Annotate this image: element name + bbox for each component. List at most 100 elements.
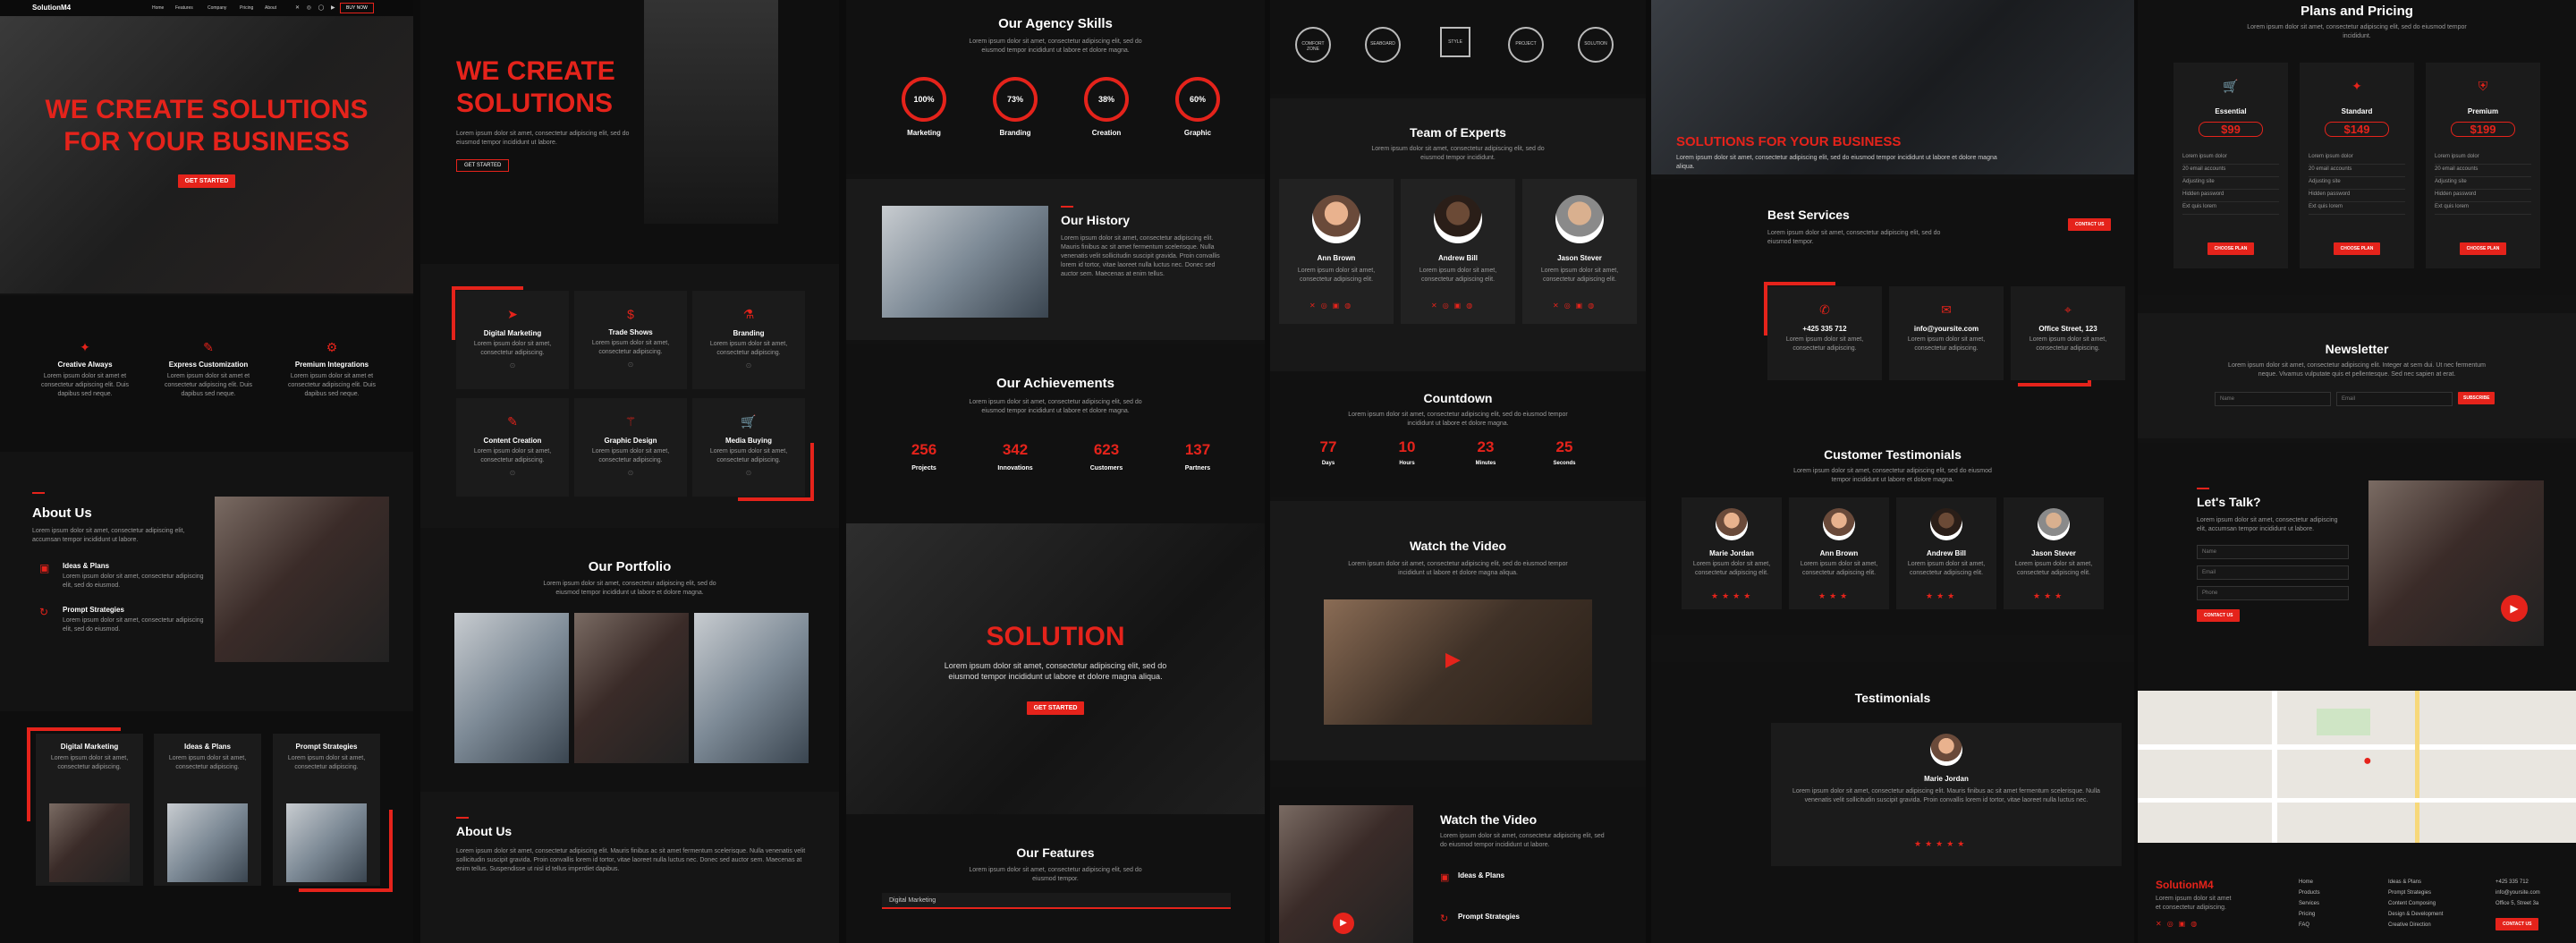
play-icon[interactable]: ▶: [1333, 913, 1354, 934]
social-icons[interactable]: ✕◎▣◍: [2156, 920, 2202, 928]
preview-column-4: COMFORT ZONE SEABOARD STYLE PROJECT SOLU…: [1270, 0, 1646, 943]
testimonial-card[interactable]: Marie Jordan Lorem ipsum dolor sit amet,…: [1682, 497, 1782, 609]
counter-label: Partners: [1184, 465, 1211, 472]
footer-link[interactable]: Content Composing: [2388, 898, 2443, 909]
testimonial-card[interactable]: Jason Stever Lorem ipsum dolor sit amet,…: [2004, 497, 2104, 609]
map-pin-icon[interactable]: ●: [2363, 753, 2372, 769]
get-started-button[interactable]: GET STARTED: [456, 159, 510, 172]
footer-contact-button[interactable]: CONTACT US: [2496, 918, 2539, 930]
get-started-button[interactable]: GET STARTED: [177, 174, 236, 188]
footer-links-1: Home Products Services Pricing FAQ: [2299, 877, 2320, 930]
contact-card-phone[interactable]: ✆ +425 335 712 Lorem ipsum dolor sit ame…: [1767, 286, 1882, 380]
edit-icon: ✎: [507, 414, 518, 429]
testimonial-card-large[interactable]: Marie Jordan Lorem ipsum dolor sit amet,…: [1771, 723, 2122, 866]
play-icon[interactable]: ▶: [1445, 648, 1461, 671]
nav-features[interactable]: Features: [175, 5, 193, 11]
logos-strip: COMFORT ZONE SEABOARD STYLE PROJECT SOLU…: [1270, 0, 1646, 94]
arrow-icon[interactable]: ⊙: [456, 469, 569, 477]
social-icons[interactable]: ✕◎▣◍: [1309, 302, 1356, 310]
counter-label: Customers: [1089, 465, 1123, 472]
contact-email-input[interactable]: Email: [2197, 565, 2349, 580]
about-text: Lorem ipsum dolor sit amet, consectetur …: [32, 528, 185, 543]
arrow-icon[interactable]: ⊙: [574, 361, 687, 369]
footer-link[interactable]: Prompt Strategies: [2388, 888, 2443, 898]
refresh-icon: ↻: [39, 606, 49, 618]
service-digital-marketing[interactable]: ➤ Digital Marketing Lorem ipsum dolor si…: [456, 291, 569, 389]
about-title: About Us: [32, 505, 92, 521]
footer-link[interactable]: Design & Development: [2388, 909, 2443, 920]
social-icons[interactable]: ✕ ◎ ◯ ▶: [295, 4, 338, 11]
brand-logo[interactable]: SolutionM4: [32, 4, 71, 12]
service-graphic-design[interactable]: ⚚ Graphic Design Lorem ipsum dolor sit a…: [574, 398, 687, 497]
contact-us-button[interactable]: CONTACT US: [2197, 609, 2241, 622]
team-member-jason[interactable]: Jason Stever Lorem ipsum dolor sit amet,…: [1522, 179, 1637, 324]
footer-link[interactable]: Home: [2299, 877, 2320, 888]
countdown-label: Hours: [1399, 461, 1415, 466]
arrow-icon[interactable]: ⊙: [574, 469, 687, 477]
testimonial-card[interactable]: Ann Brown Lorem ipsum dolor sit amet, co…: [1789, 497, 1889, 609]
nav-pricing[interactable]: Pricing: [240, 5, 253, 11]
service-branding[interactable]: ⚗ Branding Lorem ipsum dolor sit amet, c…: [692, 291, 805, 389]
about-section: About Us Lorem ipsum dolor sit amet, con…: [420, 792, 839, 943]
newsletter-text: Lorem ipsum dolor sit amet, consectetur …: [2228, 362, 2486, 378]
footer-link[interactable]: FAQ: [2299, 920, 2320, 930]
card-prompt-strategies[interactable]: Prompt Strategies Lorem ipsum dolor sit …: [273, 734, 380, 886]
edit-icon: ✎: [203, 340, 214, 354]
arrow-icon[interactable]: ⊙: [456, 361, 569, 370]
solution-text: Lorem ipsum dolor sit amet, consectetur …: [944, 661, 1167, 681]
client-logo: STYLE: [1440, 27, 1470, 57]
template-gallery: SolutionM4 Home Features Company Pricing…: [0, 0, 2576, 943]
portfolio-image-2[interactable]: [574, 613, 689, 763]
avatar: [1823, 508, 1855, 540]
video-title: Watch the Video: [1409, 539, 1507, 553]
footer-link[interactable]: Services: [2299, 898, 2320, 909]
footer-link[interactable]: Products: [2299, 888, 2320, 898]
contact-phone-input[interactable]: Phone: [2197, 586, 2349, 600]
contact-card-office[interactable]: ⌖ Office Street, 123 Lorem ipsum dolor s…: [2011, 286, 2125, 380]
services-text: Lorem ipsum dolor sit amet, consectetur …: [1767, 230, 1941, 245]
testimonial-card[interactable]: Andrew Bill Lorem ipsum dolor sit amet, …: [1896, 497, 1996, 609]
team-member-ann[interactable]: Ann Brown Lorem ipsum dolor sit amet, co…: [1279, 179, 1394, 324]
newsletter-name-input[interactable]: Name: [2215, 392, 2331, 406]
subscribe-button[interactable]: SUBSCRIBE: [2458, 392, 2496, 404]
video-thumbnail[interactable]: ▶: [1324, 599, 1592, 725]
service-media-buying[interactable]: 🛒 Media Buying Lorem ipsum dolor sit ame…: [692, 398, 805, 497]
arrow-icon[interactable]: ⊙: [692, 469, 805, 477]
choose-plan-button[interactable]: CHOOSE PLAN: [2207, 242, 2255, 255]
get-started-button[interactable]: GET STARTED: [1026, 701, 1085, 715]
nav-about[interactable]: About: [265, 5, 276, 11]
footer-link[interactable]: Ideas & Plans: [2388, 877, 2443, 888]
play-icon[interactable]: ▶: [2501, 595, 2528, 622]
card-ideas-plans[interactable]: Ideas & Plans Lorem ipsum dolor sit amet…: [154, 734, 261, 886]
feature-creative: ✦ Creative Always Lorem ipsum dolor sit …: [36, 340, 134, 399]
video-thumbnail[interactable]: ▶: [1279, 805, 1413, 943]
footer-link[interactable]: Pricing: [2299, 909, 2320, 920]
pricing-title: Plans and Pricing: [2301, 4, 2413, 19]
nav-company[interactable]: Company: [208, 5, 226, 11]
choose-plan-button[interactable]: CHOOSE PLAN: [2333, 242, 2381, 255]
team-member-andrew[interactable]: Andrew Bill Lorem ipsum dolor sit amet, …: [1401, 179, 1515, 324]
map-section[interactable]: ●: [2138, 691, 2576, 843]
feature-customization: ✎ Express Customization Lorem ipsum dolo…: [159, 340, 258, 399]
social-icons[interactable]: ✕◎▣◍: [1431, 302, 1478, 310]
contact-us-button[interactable]: CONTACT US: [2068, 218, 2112, 231]
arrow-icon[interactable]: ⊙: [692, 361, 805, 370]
avatar: [1555, 195, 1604, 243]
card-digital-marketing[interactable]: Digital Marketing Lorem ipsum dolor sit …: [36, 734, 143, 886]
service-trade-shows[interactable]: $ Trade Shows Lorem ipsum dolor sit amet…: [574, 291, 687, 389]
hero-section: WE CREATE SOLUTIONS Lorem ipsum dolor si…: [420, 0, 839, 264]
buy-now-button[interactable]: BUY NOW: [340, 3, 374, 13]
features-tab-digital-marketing[interactable]: Digital Marketing: [882, 893, 1231, 909]
service-content-creation[interactable]: ✎ Content Creation Lorem ipsum dolor sit…: [456, 398, 569, 497]
testimonials-section: Customer Testimonials Lorem ipsum dolor …: [1651, 394, 2134, 635]
contact-name-input[interactable]: Name: [2197, 545, 2349, 559]
contact-card-email[interactable]: ✉ info@yoursite.com Lorem ipsum dolor si…: [1889, 286, 2004, 380]
nav-home[interactable]: Home: [152, 5, 164, 11]
footer-link[interactable]: Creative Direction: [2388, 920, 2443, 930]
choose-plan-button[interactable]: CHOOSE PLAN: [2459, 242, 2507, 255]
portfolio-image-1[interactable]: [454, 613, 569, 763]
newsletter-email-input[interactable]: Email: [2336, 392, 2453, 406]
footer-brand[interactable]: SolutionM4: [2156, 879, 2214, 891]
social-icons[interactable]: ✕◎▣◍: [1553, 302, 1599, 310]
portfolio-image-3[interactable]: [694, 613, 809, 763]
